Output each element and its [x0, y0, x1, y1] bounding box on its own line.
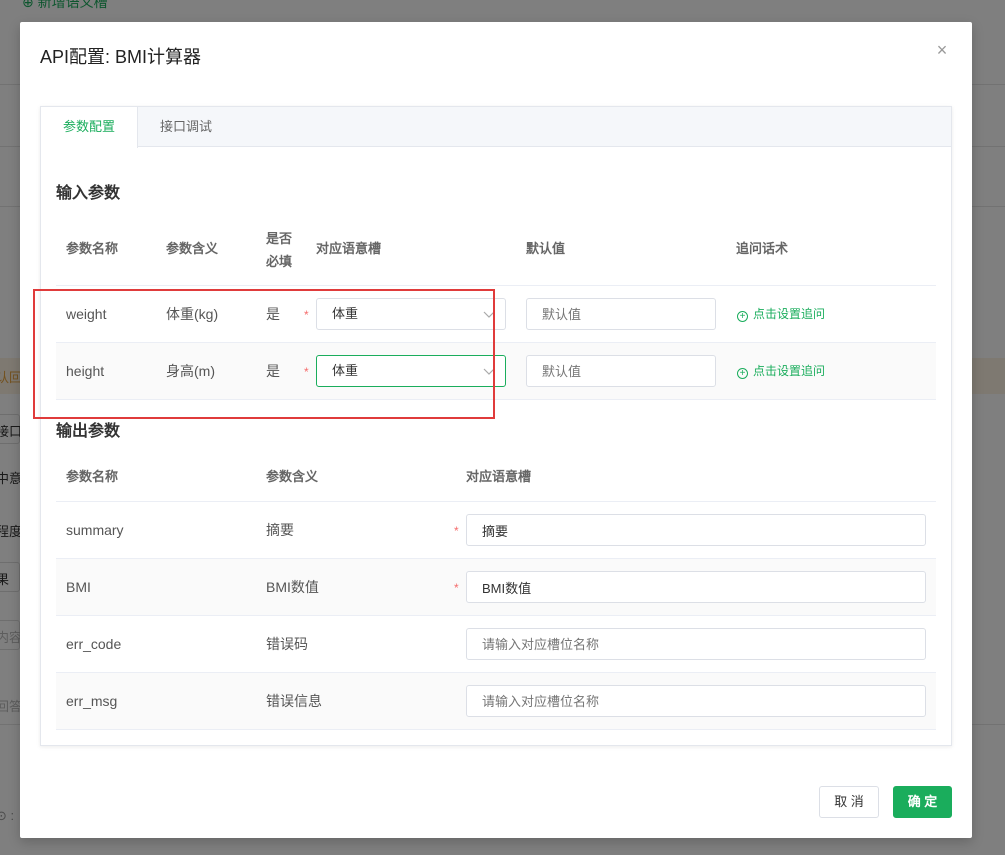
param-name: weight [66, 306, 107, 322]
required-mark: * [454, 524, 459, 538]
header-slot: 对应语意槽 [466, 469, 532, 484]
slot-input[interactable] [466, 628, 926, 660]
param-name: err_msg [66, 693, 118, 709]
set-followup-link[interactable]: + 点击设置追问 [737, 343, 825, 400]
param-meaning: BMI数值 [266, 579, 319, 595]
slot-select[interactable]: 体重 [316, 355, 506, 387]
tab-bar: 参数配置 接口调试 [41, 107, 951, 148]
param-required: 是 [266, 363, 280, 379]
chevron-down-icon [483, 368, 495, 375]
plus-circle-icon: + [737, 311, 748, 322]
chevron-down-icon [483, 311, 495, 318]
table-row: height 身高(m) 是 * 体重 + 点击设置追问 [56, 343, 936, 400]
cancel-button[interactable]: 取 消 [819, 786, 879, 818]
required-mark: * [304, 365, 309, 379]
param-meaning: 身高(m) [166, 363, 215, 379]
modal-title: API配置: BMI计算器 [40, 47, 202, 67]
slot-select[interactable]: 体重 [316, 298, 506, 330]
param-name: height [66, 363, 105, 379]
required-mark: * [454, 581, 459, 595]
param-meaning: 摘要 [266, 522, 294, 538]
param-name: BMI [66, 579, 91, 595]
plus-circle-icon: + [737, 368, 748, 379]
close-icon[interactable]: × [932, 40, 952, 60]
required-mark: * [304, 308, 309, 322]
table-row: err_msg 错误信息 [56, 673, 936, 730]
api-config-modal: API配置: BMI计算器 × 参数配置 接口调试 输入参数 参数名称 参数含义… [20, 22, 972, 838]
table-row: weight 体重(kg) 是 * 体重 + 点击设置追问 [56, 286, 936, 343]
set-followup-label: 点击设置追问 [753, 307, 826, 321]
slot-input[interactable] [466, 685, 926, 717]
output-params-title: 输出参数 [56, 423, 121, 440]
slot-input[interactable] [466, 571, 926, 603]
param-required: 是 [266, 306, 280, 322]
param-name: err_code [66, 636, 122, 652]
default-value-input[interactable] [526, 298, 716, 330]
param-meaning: 错误码 [266, 636, 308, 652]
table-row: summary 摘要 * [56, 502, 936, 559]
confirm-button[interactable]: 确 定 [893, 786, 952, 818]
tab-panel: 参数配置 接口调试 输入参数 参数名称 参数含义 是否 必填 对应语意槽 默认值… [40, 106, 952, 746]
tab-api-debug[interactable]: 接口调试 [138, 107, 234, 147]
output-header-row: 参数名称 参数含义 对应语意槽 [56, 443, 936, 502]
table-row: BMI BMI数值 * [56, 559, 936, 616]
tab-param-config[interactable]: 参数配置 [41, 107, 138, 148]
default-value-input[interactable] [526, 355, 716, 387]
input-header-row [56, 228, 936, 286]
set-followup-link[interactable]: + 点击设置追问 [737, 286, 825, 343]
slot-input[interactable] [466, 514, 926, 546]
table-row: err_code 错误码 [56, 616, 936, 673]
param-meaning: 错误信息 [266, 693, 322, 709]
slot-select-value: 体重 [332, 363, 359, 378]
param-meaning: 体重(kg) [166, 306, 219, 322]
input-params-title: 输入参数 [56, 185, 121, 202]
header-param-name: 参数名称 [66, 469, 119, 484]
set-followup-label: 点击设置追问 [753, 364, 826, 378]
param-name: summary [66, 522, 124, 538]
slot-select-value: 体重 [332, 306, 359, 321]
header-param-meaning: 参数含义 [266, 469, 319, 484]
